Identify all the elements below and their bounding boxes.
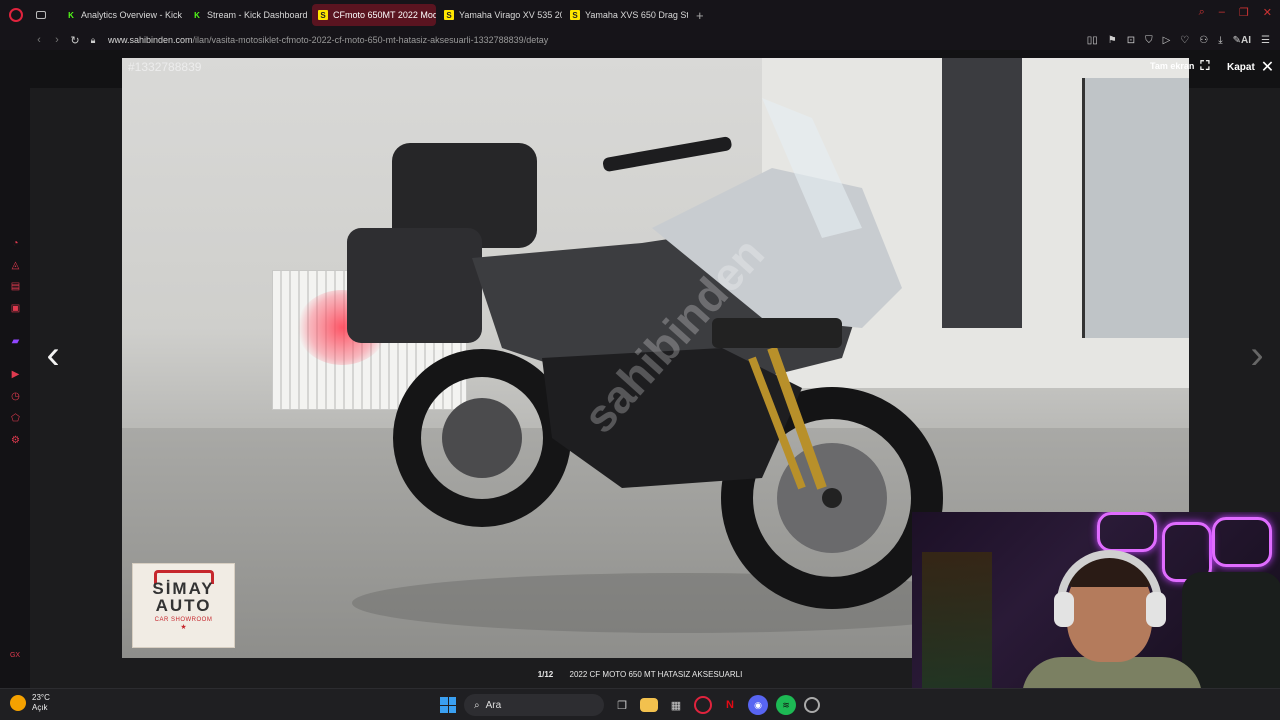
settings-icon[interactable]: ⚙ bbox=[10, 435, 21, 446]
tab-label: Analytics Overview - Kick D bbox=[81, 10, 184, 20]
weather-widget[interactable]: 23°C Açık bbox=[10, 693, 50, 713]
tab-label: Stream - Kick Dashboard bbox=[207, 10, 308, 20]
taskbar-search[interactable]: ⌕ Ara bbox=[464, 694, 604, 716]
next-photo-arrow[interactable]: › bbox=[1242, 330, 1272, 380]
new-tab-button[interactable]: + bbox=[690, 8, 710, 23]
previous-photo-arrow[interactable]: ‹ bbox=[38, 330, 68, 380]
sahibinden-icon: S bbox=[318, 10, 328, 20]
tab-analytics[interactable]: K Analytics Overview - Kick D bbox=[60, 4, 184, 26]
workspaces-icon[interactable] bbox=[36, 11, 46, 19]
speed-dial-icon[interactable]: ◔ bbox=[10, 238, 21, 249]
tab-label: Yamaha Virago XV 535 20 bbox=[459, 10, 562, 20]
music-icon[interactable]: ▣ bbox=[10, 303, 21, 314]
fullscreen-button[interactable]: Tam ekran ⛶ bbox=[1150, 58, 1209, 74]
sahibinden-icon: S bbox=[570, 10, 580, 20]
tab-label: CFmoto 650MT 2022 Mod bbox=[333, 10, 436, 20]
store-icon[interactable]: ▦ bbox=[666, 695, 686, 715]
weather-status: Açık bbox=[32, 703, 48, 712]
account-icon[interactable]: ⚇ bbox=[1199, 35, 1208, 46]
gx-icon[interactable]: GX bbox=[8, 650, 22, 661]
fullscreen-icon: ⛶ bbox=[1200, 58, 1210, 73]
temperature: 23°C bbox=[32, 693, 50, 702]
kick-icon: K bbox=[194, 10, 200, 20]
discord-icon[interactable]: ◉ bbox=[748, 695, 768, 715]
download-icon[interactable]: ⤓ bbox=[1218, 35, 1222, 46]
history-icon[interactable]: ◷ bbox=[10, 391, 21, 402]
bookmark-icon[interactable]: ⚑ bbox=[1108, 35, 1117, 46]
play-icon[interactable]: ▷ bbox=[1163, 35, 1171, 46]
pinboard-icon[interactable]: ⬠ bbox=[10, 413, 21, 424]
photo-counter: 1/12 bbox=[537, 670, 554, 679]
twitch-icon[interactable]: ▰ bbox=[10, 336, 21, 347]
messenger-icon[interactable]: ▤ bbox=[10, 281, 21, 292]
tab-yamaha-virago[interactable]: S Yamaha Virago XV 535 20 bbox=[438, 4, 562, 26]
url-field[interactable]: www.sahibinden.com/ilan/vasita-motosikle… bbox=[108, 35, 548, 45]
close-gallery-button[interactable]: Kapat ✕ bbox=[1227, 57, 1274, 77]
back-button[interactable]: ‹ bbox=[30, 34, 48, 46]
browser-sidebar: ◔ ◬ ▤ ▣ ▰ ▶ ◷ ⬠ ⚙ GX bbox=[0, 50, 30, 688]
sahibinden-icon: S bbox=[444, 10, 454, 20]
search-tabs-icon[interactable]: ⌕ bbox=[1199, 6, 1205, 19]
tab-stream[interactable]: K Stream - Kick Dashboard bbox=[186, 4, 310, 26]
search-icon: ⌕ bbox=[474, 699, 480, 711]
start-button[interactable] bbox=[440, 697, 456, 713]
listing-title: 2022 CF MOTO 650 MT HATASIZ AKSESUARLI bbox=[569, 670, 743, 679]
dealer-logo: SİMAY AUTO CAR SHOWROOM ★ bbox=[132, 563, 235, 648]
tab-bar: K Analytics Overview - Kick D K Stream -… bbox=[0, 0, 1280, 30]
close-icon: ✕ bbox=[1260, 59, 1275, 76]
task-view-icon[interactable]: ❐ bbox=[612, 695, 632, 715]
tab-label: Yamaha XVS 650 Drag Sta bbox=[585, 10, 688, 20]
menu-icon[interactable]: ☰ bbox=[1261, 35, 1270, 46]
file-explorer-icon[interactable] bbox=[640, 698, 658, 712]
chrome-icon[interactable] bbox=[804, 697, 820, 713]
opera-menu-button[interactable] bbox=[0, 0, 32, 30]
listing-id: #1332788839 bbox=[128, 60, 202, 74]
split-view-icon[interactable]: ▯▯ bbox=[1087, 35, 1098, 46]
tab-yamaha-xvs[interactable]: S Yamaha XVS 650 Drag Sta bbox=[564, 4, 688, 26]
netflix-icon[interactable]: N bbox=[720, 695, 740, 715]
aria-icon[interactable]: ◬ bbox=[10, 260, 21, 271]
close-window-button[interactable]: ✕ bbox=[1263, 6, 1272, 19]
maximize-button[interactable]: ❐ bbox=[1239, 6, 1249, 19]
kick-icon: K bbox=[68, 10, 74, 20]
minimize-button[interactable]: – bbox=[1219, 6, 1225, 19]
snapshot-icon[interactable]: ⊡ bbox=[1127, 35, 1135, 46]
shield-icon[interactable]: ⛉ bbox=[1145, 35, 1153, 46]
heart-icon[interactable]: ♡ bbox=[1180, 35, 1189, 46]
address-bar: ‹ › ↻ 🔒︎ www.sahibinden.com/ilan/vasita-… bbox=[0, 30, 1280, 50]
reload-button[interactable]: ↻ bbox=[66, 34, 84, 47]
player-icon[interactable]: ▶ bbox=[10, 369, 21, 380]
lock-icon: 🔒︎ bbox=[90, 34, 96, 45]
ai-button[interactable]: ✎AI bbox=[1233, 35, 1251, 46]
tab-cfmoto[interactable]: S CFmoto 650MT 2022 Mod bbox=[312, 4, 436, 26]
spotify-icon[interactable]: ≋ bbox=[776, 695, 796, 715]
opera-icon bbox=[9, 8, 23, 22]
forward-button[interactable]: › bbox=[48, 34, 66, 46]
opera-gx-icon[interactable] bbox=[694, 696, 712, 714]
windows-taskbar: 23°C Açık ⌕ Ara ❐ ▦ N ◉ ≋ bbox=[0, 688, 1280, 720]
sun-icon bbox=[10, 695, 26, 711]
